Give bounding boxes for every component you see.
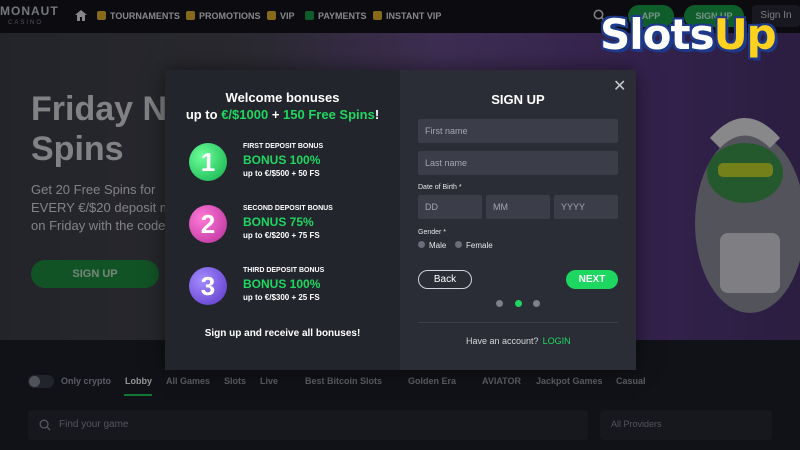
number-three-badge: 3: [189, 267, 227, 305]
dob-month-placeholder: MM: [493, 202, 508, 212]
welcome-up-to: up to: [185, 107, 218, 122]
welcome-plus: +: [271, 107, 280, 122]
step-dot: [533, 300, 540, 307]
brand-slots: Slots: [600, 10, 715, 59]
first-name-placeholder: First name: [425, 126, 468, 136]
brand-up: Up: [713, 10, 777, 59]
bonus-item: 2 SECOND DEPOSIT BONUS BONUS 75% up to €…: [189, 205, 399, 251]
bonus-item: 1 FIRST DEPOSIT BONUS BONUS 100% up to €…: [189, 143, 399, 189]
bonus-percent: BONUS 100%: [243, 153, 321, 167]
male-radio[interactable]: [418, 241, 425, 248]
dob-year-field[interactable]: YYYY: [554, 195, 618, 219]
dob-day-field[interactable]: DD: [418, 195, 482, 219]
back-button[interactable]: Back: [418, 270, 472, 289]
next-button[interactable]: NEXT: [566, 270, 618, 289]
welcome-offer: up to €/$1000 + 150 Free Spins!: [165, 106, 400, 123]
dob-month-field[interactable]: MM: [486, 195, 550, 219]
female-radio[interactable]: [455, 241, 462, 248]
bonus-detail: up to €/$500 + 50 FS: [243, 169, 320, 178]
divider: [418, 322, 618, 323]
male-label[interactable]: Male: [429, 241, 446, 250]
step-dot: [496, 300, 503, 307]
welcome-amount: €/$1000: [221, 107, 269, 122]
login-link[interactable]: LOGIN: [543, 336, 571, 346]
signup-modal: Welcome bonuses up to €/$1000 + 150 Free…: [165, 70, 636, 370]
dob-year-placeholder: YYYY: [561, 202, 586, 212]
bonus-footer: Sign up and receive all bonuses!: [204, 328, 361, 339]
first-name-field[interactable]: First name: [418, 119, 618, 143]
bonus-detail: up to €/$200 + 75 FS: [243, 231, 320, 240]
bonus-percent: BONUS 75%: [243, 215, 314, 229]
number-two-badge: 2: [189, 205, 227, 243]
gender-label: Gender *: [418, 229, 447, 236]
last-name-placeholder: Last name: [425, 158, 468, 168]
number-one-badge: 1: [189, 143, 227, 181]
welcome-excl: !: [374, 107, 380, 122]
bonus-detail: up to €/$300 + 25 FS: [243, 293, 320, 302]
slotsup-watermark-logo: SlotsUp: [600, 10, 777, 59]
have-account-text: Have an account?: [466, 336, 539, 346]
last-name-field[interactable]: Last name: [418, 151, 618, 175]
bonus-item: 3 THIRD DEPOSIT BONUS BONUS 100% up to €…: [189, 267, 399, 313]
step-dot-active: [515, 300, 522, 307]
dob-day-placeholder: DD: [425, 202, 438, 212]
bonus-label: THIRD DEPOSIT BONUS: [243, 267, 325, 274]
dob-label: Date of Birth *: [418, 184, 462, 191]
female-label[interactable]: Female: [466, 241, 493, 250]
welcome-spins: 150 Free Spins: [283, 107, 375, 122]
bonus-label: SECOND DEPOSIT BONUS: [243, 205, 333, 212]
signup-title: SIGN UP: [491, 92, 545, 107]
have-account-row: Have an account? LOGIN: [466, 336, 571, 346]
welcome-heading: Welcome bonuses up to €/$1000 + 150 Free…: [165, 89, 400, 123]
dob-label-text: Date of Birth: [418, 184, 457, 191]
gender-label-text: Gender: [418, 229, 442, 236]
welcome-line: Welcome bonuses: [225, 90, 340, 105]
bonus-label: FIRST DEPOSIT BONUS: [243, 143, 324, 150]
bonus-percent: BONUS 100%: [243, 277, 321, 291]
bonus-panel: Welcome bonuses up to €/$1000 + 150 Free…: [165, 70, 400, 370]
